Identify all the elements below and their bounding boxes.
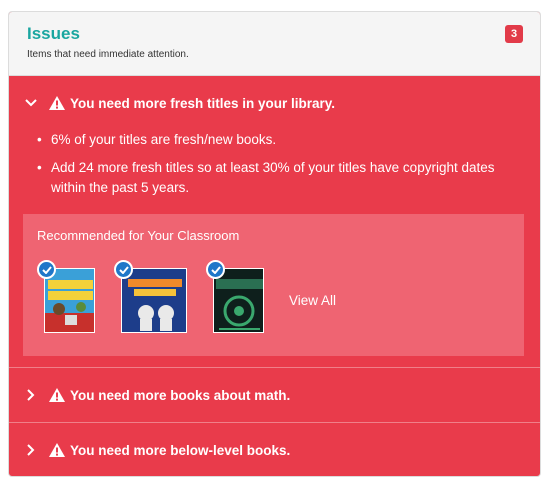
issues-panel: Issues Items that need immediate attenti…	[8, 11, 541, 477]
recommendations-title: Recommended for Your Classroom	[37, 228, 240, 243]
book-cover-dark-green[interactable]	[213, 268, 264, 333]
warning-icon	[49, 442, 65, 458]
issue-header[interactable]: You need more books about math.	[9, 368, 540, 422]
issue-count-badge: 3	[505, 25, 523, 43]
issue-title: You need more fresh titles in your libra…	[70, 95, 336, 111]
book-cover-space-exploration[interactable]	[121, 268, 187, 333]
book-item[interactable]	[206, 260, 264, 333]
issue-body: 6% of your titles are fresh/new books. A…	[9, 130, 540, 372]
issue-header[interactable]: You need more fresh titles in your libra…	[9, 76, 540, 130]
chevron-right-icon[interactable]	[23, 387, 39, 403]
book-list: View All	[37, 260, 510, 333]
warning-icon	[49, 95, 65, 111]
issue-below-level-books: You need more below-level books.	[9, 423, 540, 476]
check-icon[interactable]	[206, 260, 225, 279]
check-icon[interactable]	[114, 260, 133, 279]
panel-title: Issues	[27, 24, 80, 43]
issue-fresh-titles: You need more fresh titles in your libra…	[9, 76, 540, 368]
bullet-item: 6% of your titles are fresh/new books.	[37, 130, 524, 150]
check-icon[interactable]	[37, 260, 56, 279]
issue-header[interactable]: You need more below-level books.	[9, 423, 540, 476]
book-item[interactable]	[114, 260, 187, 333]
panel-header: Issues Items that need immediate attenti…	[9, 12, 540, 76]
issue-bullets: 6% of your titles are fresh/new books. A…	[37, 130, 524, 198]
recommendations-box: Recommended for Your Classroom View All	[23, 214, 524, 356]
chevron-down-icon[interactable]	[23, 95, 39, 111]
panel-subtitle: Items that need immediate attention.	[27, 49, 189, 60]
book-cover-simple-machines[interactable]	[44, 268, 95, 333]
warning-icon	[49, 387, 65, 403]
book-item[interactable]	[37, 260, 95, 333]
chevron-right-icon[interactable]	[23, 442, 39, 458]
bullet-item: Add 24 more fresh titles so at least 30%…	[37, 158, 524, 198]
issue-title: You need more books about math.	[70, 387, 291, 403]
issue-title: You need more below-level books.	[70, 442, 291, 458]
view-all-link[interactable]: View All	[289, 293, 336, 308]
issue-math-books: You need more books about math.	[9, 368, 540, 423]
